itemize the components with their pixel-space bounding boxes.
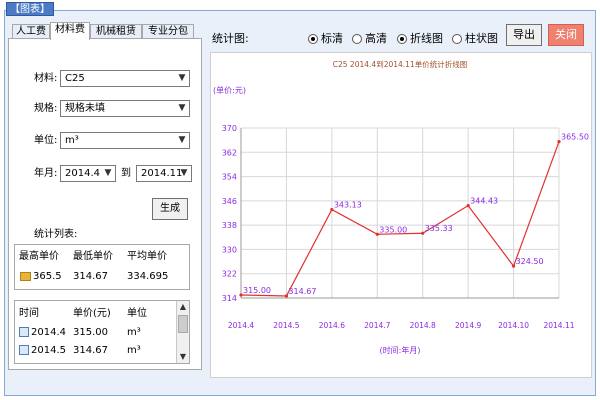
unit-label: 单位: [34,135,58,146]
generate-button[interactable]: 生成 [152,198,188,220]
spec-label: 规格: [34,103,58,114]
tab-material[interactable]: 材料费 [50,22,90,40]
material-label: 材料: [34,73,58,84]
list-header-price: 单价(元) [73,308,111,319]
radio-line-chart[interactable] [397,34,407,44]
chevron-down-icon: ▼ [178,135,186,145]
y-axis-label: (单价:元) [213,85,246,95]
scroll-thumb[interactable] [178,315,188,333]
chevron-down-icon: ▼ [178,103,186,113]
radio-hd[interactable] [352,34,362,44]
chart-window: 【图表】 人工费 材料费 机械租赁 专业分包 材料: C25 ▼ 规格: 规格未… [0,0,600,400]
line-chart: C25 2014.4到2014.11单价统计折线图 (单价:元) (时间:年月) 31… [213,59,589,355]
tab-machinery[interactable]: 机械租赁 [90,24,142,39]
data-label: 314.67 [288,287,316,296]
scroll-down-icon[interactable]: ▼ [177,351,189,363]
summary-header-min: 最低单价 [73,251,113,262]
month-to-label: 到 [121,168,131,179]
summary-header-max: 最高单价 [19,251,59,262]
data-label: 335.33 [425,224,453,233]
list-header-unit: 单位 [127,308,147,319]
summary-value-max: 365.5 [33,271,62,282]
data-label: 324.50 [516,257,544,266]
y-tick-label: 362 [222,148,237,157]
data-label: 315.00 [243,286,271,295]
summary-table: 最高单价 最低单价 平均单价 365.5 314.67 334.695 [14,244,190,290]
row-time: 2014.4 [31,327,66,338]
window-title: 【图表】 [6,2,54,16]
y-tick-label: 346 [222,197,237,206]
radio-standard[interactable] [308,34,318,44]
data-label: 365.50 [561,133,589,142]
x-tick-label: 2014.11 [543,321,574,330]
summary-header-avg: 平均单价 [127,251,167,262]
month-from-select[interactable]: 2014.4 ▼ [60,165,116,182]
row-price: 314.67 [73,345,108,356]
y-tick-label: 330 [222,245,237,254]
y-tick-label: 370 [222,124,237,133]
document-icon [19,345,29,355]
row-unit: m³ [127,345,141,356]
summary-value-min: 314.67 [73,271,108,282]
month-label: 年月: [34,168,58,179]
summary-value-avg: 334.695 [127,271,169,282]
y-tick-label: 314 [222,294,237,303]
chart-area: C25 2014.4到2014.11单价统计折线图 (单价:元) (时间:年月) 31… [210,52,592,378]
x-tick-label: 2014.9 [455,321,481,330]
tab-labor[interactable]: 人工费 [12,24,50,39]
row-unit: m³ [127,327,141,338]
folder-icon [20,272,31,281]
x-tick-label: 2014.6 [319,321,345,330]
document-icon [19,327,29,337]
unit-select[interactable]: m³ ▼ [60,132,190,149]
material-value: C25 [65,73,85,84]
chevron-down-icon: ▼ [178,73,186,83]
radio-hd-label[interactable]: 高清 [365,32,387,46]
chevron-down-icon: ▼ [104,168,112,178]
data-label: 335.00 [379,225,407,234]
month-from-value: 2014.4 [65,168,100,179]
series-line [240,141,560,297]
row-price: 315.00 [73,327,108,338]
y-tick-label: 354 [222,173,237,182]
x-tick-label: 2014.10 [498,321,529,330]
unit-value: m³ [65,135,79,146]
summary-section-label: 统计列表: [34,229,78,240]
x-tick-label: 2014.7 [364,321,390,330]
list-scrollbar[interactable]: ▲ ▼ [176,301,189,363]
chart-title: C25 2014.4到2014.11单价统计折线图 [333,59,467,69]
data-label: 343.13 [334,201,362,210]
x-axis-label: (时间:年月) [380,345,421,355]
scroll-up-icon[interactable]: ▲ [177,301,189,313]
radio-bar-chart[interactable] [452,34,462,44]
data-label: 344.43 [470,197,498,206]
chart-label: 统计图: [212,32,249,45]
radio-bar-chart-label[interactable]: 柱状图 [465,32,498,46]
list-header-time: 时间 [19,308,39,319]
tab-subcontract[interactable]: 专业分包 [142,24,194,39]
y-tick-label: 322 [222,270,237,279]
chevron-down-icon: ▼ [180,168,188,178]
y-tick-label: 338 [222,221,237,230]
export-button[interactable]: 导出 [506,24,542,46]
spec-value: 规格未填 [65,103,105,114]
x-tick-label: 2014.8 [410,321,436,330]
spec-select[interactable]: 规格未填 ▼ [60,100,190,117]
price-list: 时间 单价(元) 单位 2014.4 315.00 m³ 2014.5 314.… [14,300,190,364]
month-to-select[interactable]: 2014.11 ▼ [136,165,192,182]
close-button[interactable]: 关闭 [548,24,584,46]
radio-line-chart-label[interactable]: 折线图 [410,32,443,46]
material-select[interactable]: C25 ▼ [60,70,190,87]
radio-standard-label[interactable]: 标清 [321,32,343,46]
x-tick-label: 2014.5 [273,321,299,330]
row-time: 2014.5 [31,345,66,356]
x-tick-label: 2014.4 [228,321,254,330]
